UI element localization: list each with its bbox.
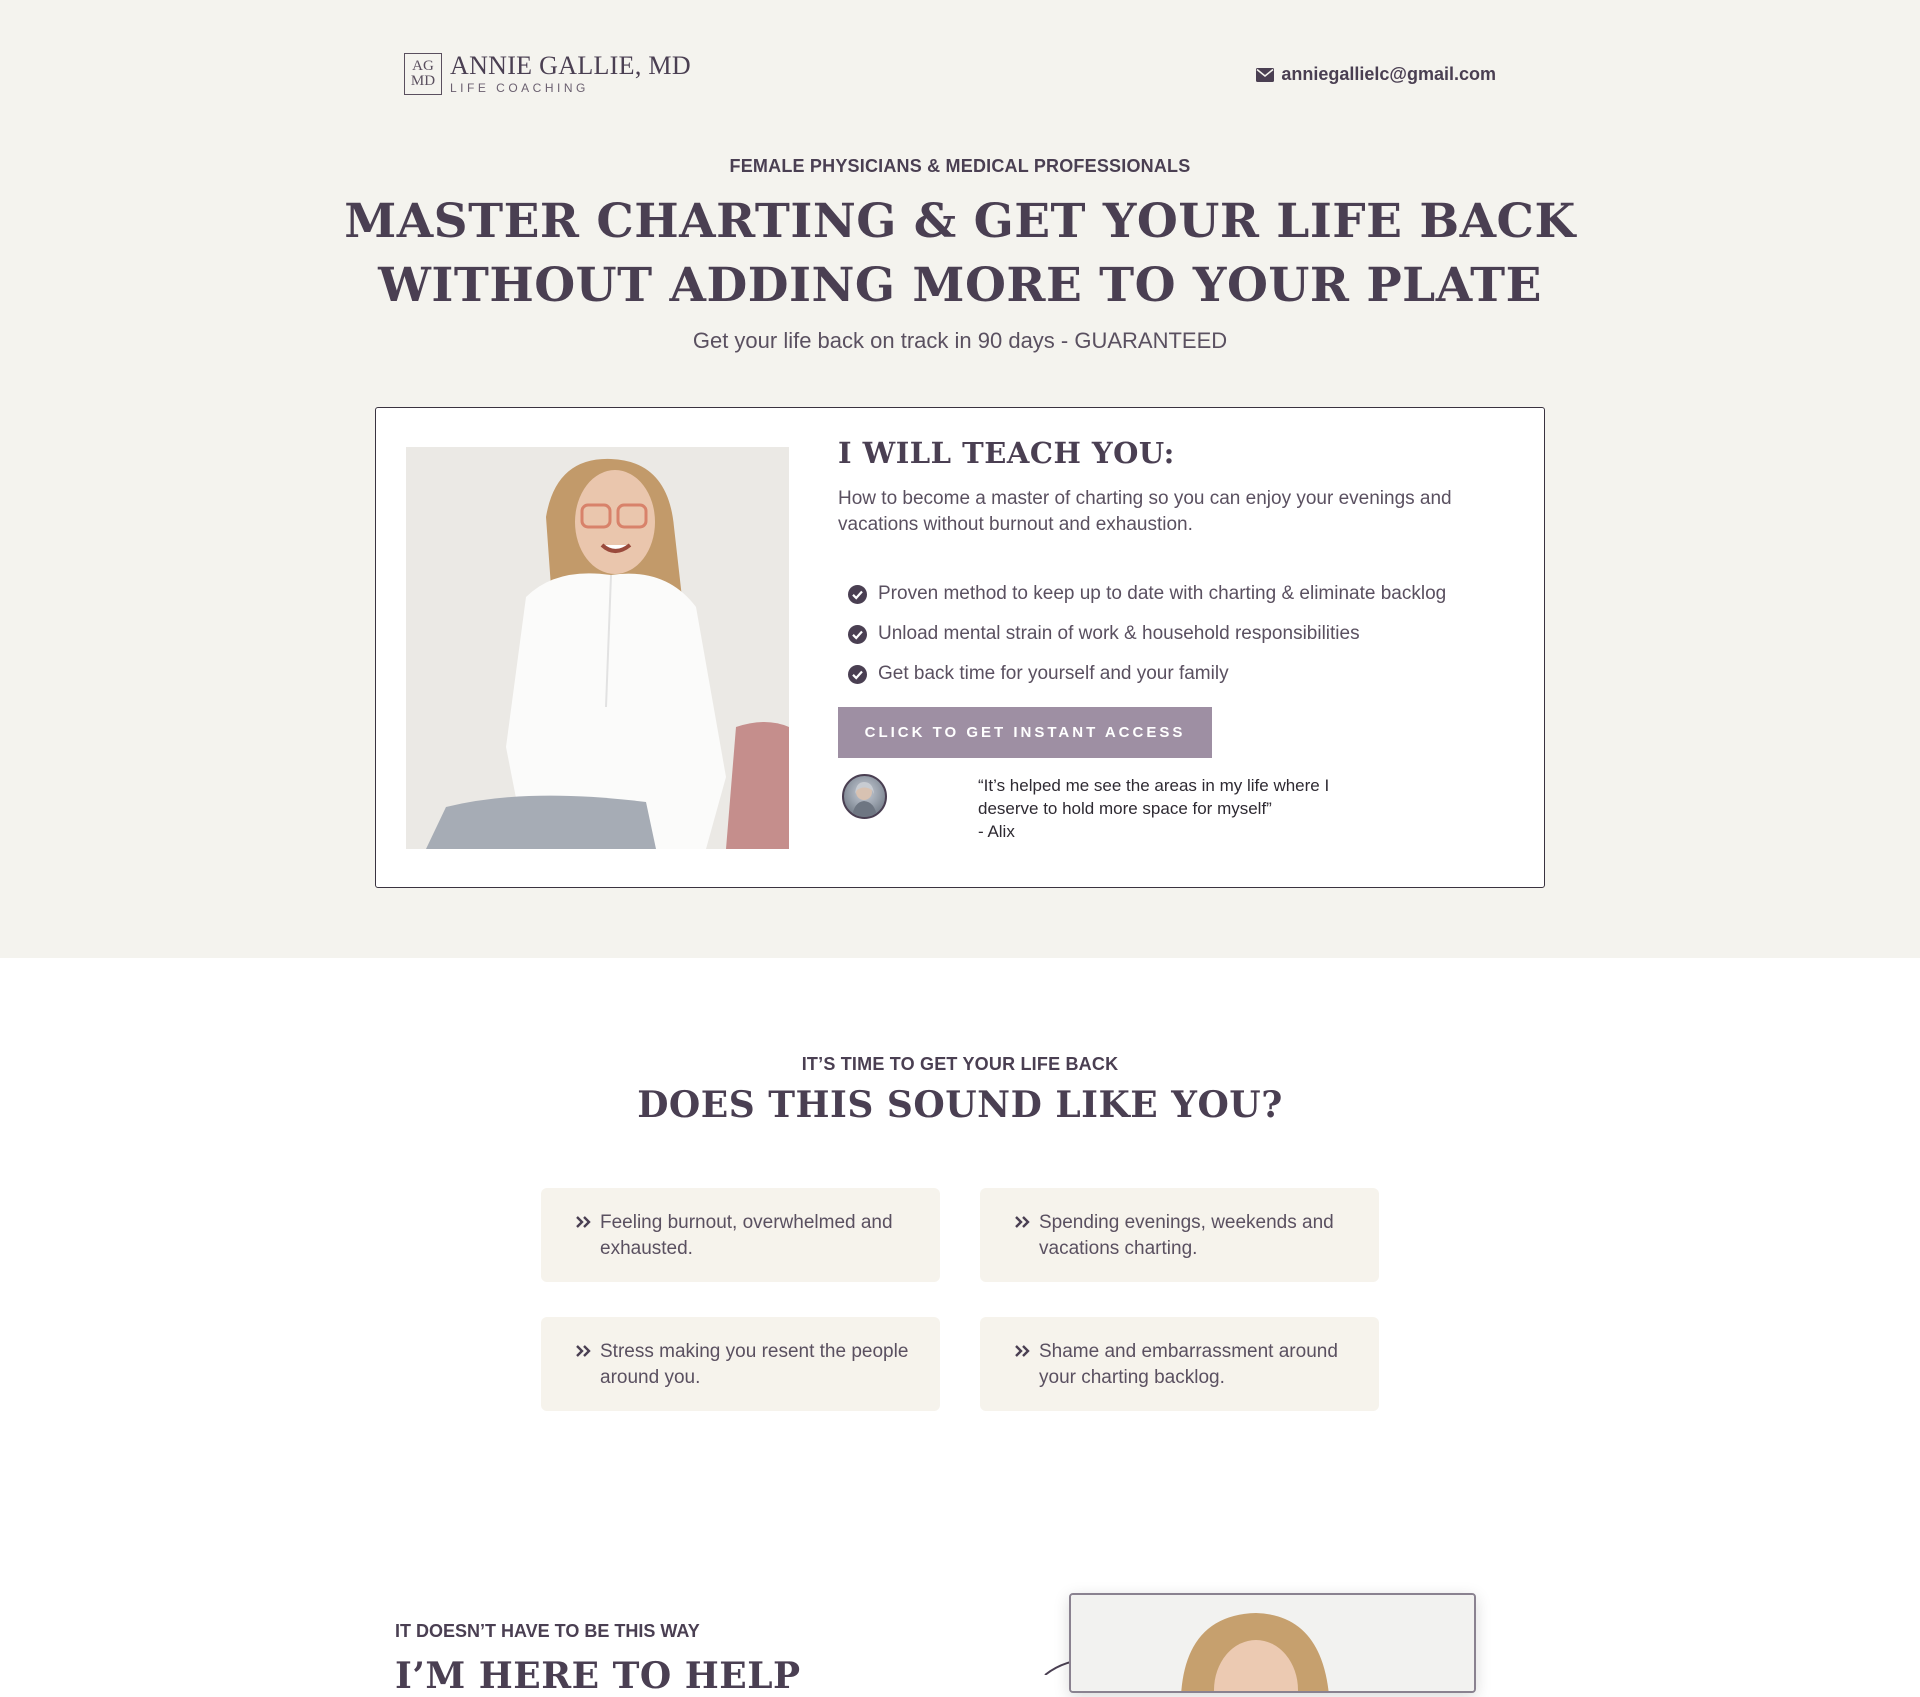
logo[interactable]: AG MD ANNIE GALLIE, MD LIFE COACHING (404, 53, 691, 95)
teach-description: How to become a master of charting so yo… (838, 488, 1452, 535)
instant-access-button[interactable]: CLICK TO GET INSTANT ACCESS (838, 707, 1212, 758)
envelope-icon (1256, 67, 1275, 82)
email-address: anniegallielc@gmail.com (1281, 64, 1496, 84)
double-chevron-right-icon (576, 1216, 591, 1228)
help-eyebrow: IT DOESN’T HAVE TO BE THIS WAY (395, 1621, 700, 1641)
logo-mark: AG MD (404, 53, 442, 95)
benefit-text: Proven method to keep up to date with ch… (878, 583, 1447, 604)
testimonial-quote: “It’s helped me see the areas in my life… (978, 774, 1378, 843)
benefit-text: Unload mental strain of work & household… (878, 623, 1360, 644)
benefit-item: Unload mental strain of work & household… (848, 614, 1446, 654)
help-title: I’M HERE TO HELP (395, 1655, 801, 1697)
teach-title: I WILL TEACH YOU: (838, 436, 1175, 470)
pain-card: Stress making you resent the people arou… (541, 1317, 940, 1411)
pain-card: Feeling burnout, overwhelmed and exhaust… (541, 1188, 940, 1282)
hero-title-line-2: WITHOUT ADDING MORE TO YOUR PLATE (378, 258, 1542, 313)
pain-text: Feeling burnout, overwhelmed and exhaust… (600, 1212, 893, 1259)
pain-card: Spending evenings, weekends and vacation… (980, 1188, 1379, 1282)
pain-eyebrow: IT’S TIME TO GET YOUR LIFE BACK (801, 1054, 1119, 1074)
testimonial-line-1: “It’s helped me see the areas in my life… (978, 776, 1330, 795)
benefit-list: Proven method to keep up to date with ch… (848, 574, 1446, 694)
coach-photo (406, 447, 789, 849)
testimonial-avatar (842, 774, 887, 819)
check-circle-icon (848, 584, 867, 604)
pain-text: Spending evenings, weekends and vacation… (1039, 1212, 1334, 1259)
double-chevron-right-icon (1015, 1216, 1030, 1228)
testimonial-author: - Alix (978, 822, 1015, 841)
hero-section: AG MD ANNIE GALLIE, MD LIFE COACHING ann… (0, 0, 1920, 958)
pain-text: Stress making you resent the people arou… (600, 1341, 909, 1388)
pain-text: Shame and embarrassment around your char… (1039, 1341, 1338, 1388)
benefit-item: Get back time for yourself and your fami… (848, 654, 1446, 694)
logo-mark-top: AG (412, 58, 434, 74)
email-link[interactable]: anniegallielc@gmail.com (1256, 64, 1496, 85)
pain-card: Shame and embarrassment around your char… (980, 1317, 1379, 1411)
hero-subtitle: Get your life back on track in 90 days -… (692, 328, 1228, 353)
offer-card: I WILL TEACH YOU: How to become a master… (375, 407, 1545, 888)
hero-eyebrow: FEMALE PHYSICIANS & MEDICAL PROFESSIONAL… (729, 156, 1191, 176)
coach-photo-frame (1069, 1593, 1476, 1693)
testimonial-line-2: deserve to hold more space for myself” (978, 799, 1272, 818)
benefit-item: Proven method to keep up to date with ch… (848, 574, 1446, 614)
double-chevron-right-icon (1015, 1345, 1030, 1357)
pain-title: DOES THIS SOUND LIKE YOU? (637, 1084, 1283, 1126)
check-circle-icon (848, 664, 867, 684)
check-circle-icon (848, 624, 867, 644)
hero-title: MASTER CHARTING & GET YOUR LIFE BACK WIT… (0, 190, 1920, 318)
logo-subtitle: LIFE COACHING (450, 81, 589, 95)
double-chevron-right-icon (576, 1345, 591, 1357)
logo-name: ANNIE GALLIE, MD (450, 51, 691, 80)
logo-mark-bottom: MD (410, 73, 436, 89)
benefit-text: Get back time for yourself and your fami… (878, 663, 1229, 684)
hero-title-line-1: MASTER CHARTING & GET YOUR LIFE BACK (344, 194, 1576, 249)
